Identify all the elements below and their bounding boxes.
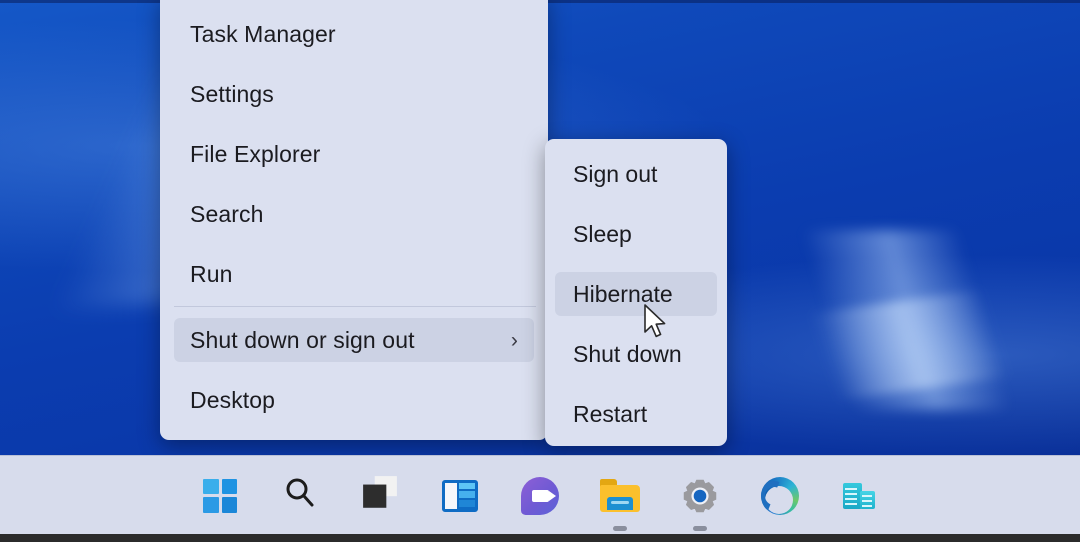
start-button[interactable] <box>196 472 244 520</box>
task-view-button[interactable] <box>356 472 404 520</box>
submenu-item-label: Sleep <box>573 221 632 248</box>
win-x-power-user-menu: Task Manager Settings File Explorer Search R… <box>160 0 548 440</box>
taskbar-running-indicator <box>613 526 627 531</box>
chevron-right-icon: › <box>511 330 518 351</box>
mouse-cursor-icon <box>643 303 669 341</box>
submenu-item-label: Sign out <box>573 161 657 188</box>
menu-item-label: Settings <box>190 81 274 108</box>
submenu-item-restart[interactable]: Restart <box>555 392 717 436</box>
folder-icon <box>600 479 640 512</box>
windows-logo-icon <box>203 479 237 513</box>
search-button[interactable] <box>276 472 324 520</box>
menu-item-shut-down-or-sign-out[interactable]: Shut down or sign out › <box>174 318 534 362</box>
gear-icon <box>682 478 718 514</box>
menu-item-label: Desktop <box>190 387 275 414</box>
desktop-screen: Task Manager Settings File Explorer Search R… <box>0 0 1080 542</box>
menu-item-label: Run <box>190 261 233 288</box>
file-explorer-button[interactable] <box>596 472 644 520</box>
taskbar <box>0 455 1080 542</box>
chat-video-icon <box>521 477 559 515</box>
settings-button[interactable] <box>676 472 724 520</box>
store-button[interactable] <box>836 472 884 520</box>
shut-down-or-sign-out-submenu: Sign out Sleep Hibernate Shut down Restart <box>545 139 727 446</box>
submenu-item-label: Restart <box>573 401 647 428</box>
chat-button[interactable] <box>516 472 564 520</box>
submenu-item-sign-out[interactable]: Sign out <box>555 152 717 196</box>
widgets-button[interactable] <box>436 472 484 520</box>
menu-item-desktop[interactable]: Desktop <box>174 378 534 422</box>
menu-item-label: Shut down or sign out <box>190 327 415 354</box>
submenu-item-hibernate[interactable]: Hibernate <box>555 272 717 316</box>
menu-item-label: Task Manager <box>190 21 336 48</box>
edge-button[interactable] <box>756 472 804 520</box>
server-stack-icon <box>843 479 877 513</box>
menu-item-label: File Explorer <box>190 141 320 168</box>
search-icon <box>283 476 317 515</box>
edge-icon <box>761 477 799 515</box>
taskbar-running-indicator <box>693 526 707 531</box>
menu-item-file-explorer[interactable]: File Explorer <box>174 132 534 176</box>
submenu-item-label: Shut down <box>573 341 682 368</box>
menu-item-run[interactable]: Run <box>174 252 534 296</box>
menu-item-label: Search <box>190 201 263 228</box>
menu-item-search[interactable]: Search <box>174 192 534 236</box>
menu-item-settings[interactable]: Settings <box>174 72 534 116</box>
submenu-item-sleep[interactable]: Sleep <box>555 212 717 256</box>
task-view-icon <box>361 475 399 516</box>
submenu-item-shut-down[interactable]: Shut down <box>555 332 717 376</box>
widgets-icon <box>442 480 478 512</box>
wallpaper-light-streak <box>696 271 1080 419</box>
menu-separator <box>174 306 536 307</box>
menu-item-task-manager[interactable]: Task Manager <box>174 12 534 56</box>
